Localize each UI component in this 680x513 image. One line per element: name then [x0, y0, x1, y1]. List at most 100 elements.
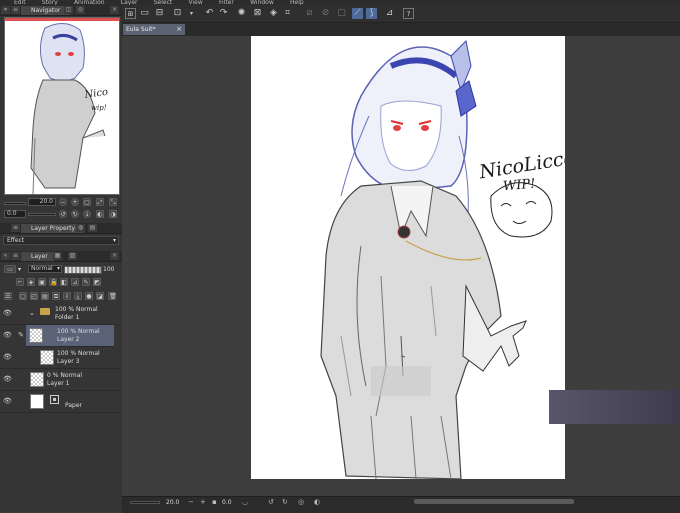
collapse-icon[interactable]: «: [1, 6, 10, 14]
rotate-left-icon[interactable]: ↺: [59, 210, 67, 218]
navigator-preview[interactable]: Nico wip!: [4, 17, 120, 195]
document-tab[interactable]: Eula Suit* ×: [123, 24, 185, 35]
actual-size-icon[interactable]: ▢: [83, 198, 91, 206]
close-tab-icon[interactable]: ×: [176, 24, 182, 35]
snap-special-ruler-icon[interactable]: ⟆: [366, 8, 377, 19]
collapse-icon-2[interactable]: «: [1, 252, 10, 260]
chevron-down-icon-3[interactable]: ⌄: [29, 309, 35, 317]
panel-menu-icon[interactable]: ≡: [11, 6, 20, 14]
tab-material-icon[interactable]: ▧: [68, 252, 77, 260]
panel-menu-icon-3[interactable]: ≡: [11, 252, 20, 260]
flip-icon[interactable]: ◐: [314, 498, 320, 506]
drawing-canvas[interactable]: NicoLicca WIP!: [251, 36, 565, 479]
panel-close-icon[interactable]: ×: [110, 6, 119, 14]
transform-icon[interactable]: ⌗: [282, 8, 293, 19]
layer-row-layer-3[interactable]: 👁 100 % Normal Layer 3: [0, 347, 122, 369]
tab-color-icon[interactable]: ▦: [53, 252, 62, 260]
reference-icon[interactable]: ◈: [27, 278, 35, 286]
tab-navigator[interactable]: Navigator: [21, 6, 70, 15]
effect-row[interactable]: Effect ▾: [3, 236, 119, 245]
layer-color-icon[interactable]: ▭: [4, 265, 16, 273]
invert-selection-icon[interactable]: ⊘: [320, 8, 331, 19]
apply-mask-icon[interactable]: ◪: [96, 292, 104, 300]
rotate-right-icon[interactable]: ↻: [71, 210, 79, 218]
deselect-icon[interactable]: ⧄: [304, 8, 315, 19]
eye-icon-5[interactable]: 👁: [3, 397, 12, 405]
navigator-zoom-field[interactable]: 20.0: [28, 198, 56, 206]
create-mask-icon[interactable]: ●: [85, 292, 93, 300]
undo-icon[interactable]: ↶: [204, 8, 215, 19]
canvas-angle-value[interactable]: 0.0: [222, 499, 232, 506]
tab-search-icon[interactable]: ◍: [76, 224, 85, 232]
blend-dropdown-arrow-icon[interactable]: ▾: [18, 266, 21, 273]
opacity-value[interactable]: 100: [103, 266, 114, 273]
tab-layer-property[interactable]: Layer Property: [21, 224, 84, 233]
clip-icon[interactable]: ⌐: [16, 278, 24, 286]
zoom-out-icon[interactable]: −: [59, 198, 67, 206]
navigator-angle-slider[interactable]: [28, 213, 56, 216]
layer-row-paper[interactable]: 👁 ▪ Paper: [0, 391, 122, 413]
zoom-in-icon-2[interactable]: +: [200, 498, 206, 506]
redo-icon[interactable]: ↷: [218, 8, 229, 19]
eye-icon[interactable]: 👁: [3, 309, 12, 317]
layer-row-layer-1[interactable]: 👁 0 % Normal Layer 1: [0, 369, 122, 391]
navigator-angle-field[interactable]: 0.0: [4, 210, 26, 218]
rotate-icon[interactable]: ◡: [242, 498, 248, 506]
layer-color-toggle-icon[interactable]: ◩: [93, 278, 101, 286]
flip-vertical-icon[interactable]: ◑: [109, 210, 117, 218]
zoom-out-icon-2[interactable]: −: [188, 498, 194, 506]
reset-angle-icon[interactable]: ◎: [298, 498, 304, 506]
blend-mode-dropdown[interactable]: Normal ▾: [28, 265, 62, 273]
flip-horizontal-icon[interactable]: ◐: [96, 210, 104, 218]
fit-to-window-icon[interactable]: ⤢: [96, 198, 104, 206]
open-file-icon[interactable]: ⊟: [154, 8, 165, 19]
horizontal-scrollbar[interactable]: [414, 499, 574, 504]
eye-icon-4[interactable]: 👁: [3, 375, 12, 383]
panel-close-icon-2[interactable]: ×: [110, 252, 119, 260]
zoom-in-icon[interactable]: +: [71, 198, 79, 206]
pen-icon[interactable]: ✎: [17, 331, 25, 339]
fill-icon[interactable]: ◈: [268, 8, 279, 19]
canvas-zoom-value[interactable]: 20.0: [166, 499, 179, 506]
new-file-icon[interactable]: ▭: [139, 8, 150, 19]
merge-down-icon[interactable]: ⤓: [74, 292, 82, 300]
clear-icon[interactable]: ✺: [236, 8, 247, 19]
rotate-right-icon-2[interactable]: ↻: [282, 498, 288, 506]
snap-grid-icon[interactable]: ⊿: [384, 8, 395, 19]
eye-icon-2[interactable]: 👁: [3, 331, 12, 339]
trash-icon[interactable]: 🗑: [108, 292, 117, 300]
save-icon[interactable]: ⊡: [172, 8, 183, 19]
panel-menu-icon-2[interactable]: ≡: [11, 224, 20, 232]
snap-ruler-icon[interactable]: ⟋: [352, 8, 363, 19]
tab-info-icon[interactable]: ◎: [76, 6, 85, 14]
transfer-down-icon[interactable]: ⇩: [63, 292, 71, 300]
navigator-zoom-slider[interactable]: [4, 202, 26, 205]
eye-icon-3[interactable]: 👁: [3, 353, 12, 361]
draft-icon[interactable]: ✎: [82, 278, 90, 286]
tab-auto-action-icon[interactable]: ▤: [88, 224, 97, 232]
reset-rotation-icon[interactable]: ↓: [83, 210, 91, 218]
canvas-zoom-slider[interactable]: [130, 501, 160, 504]
opacity-slider[interactable]: [64, 266, 102, 274]
new-raster-layer-icon[interactable]: ▢: [19, 292, 27, 300]
tab-subview-icon[interactable]: ◫: [64, 6, 73, 14]
layer-row-folder-1[interactable]: 👁 ⌄ 100 % Normal Folder 1: [0, 303, 122, 325]
app-menu-icon[interactable]: ⊞: [125, 8, 136, 19]
layer-row-layer-2[interactable]: 100 % Normal Layer 2: [26, 325, 114, 347]
save-dropdown-icon[interactable]: ▾: [186, 8, 197, 19]
fit-icon[interactable]: ▪: [212, 498, 217, 506]
help-icon[interactable]: ?: [403, 8, 414, 19]
ruler-icon[interactable]: ⊿: [71, 278, 79, 286]
rotate-left-icon-2[interactable]: ↺: [268, 498, 274, 506]
lock-layer-icon[interactable]: 🔒: [49, 278, 57, 286]
clear-outside-icon[interactable]: ⊠: [252, 8, 263, 19]
lock-transparent-icon[interactable]: ▣: [38, 278, 46, 286]
fit-navigator-icon[interactable]: ⤡: [109, 198, 117, 206]
new-vector-layer-icon[interactable]: ◰: [30, 292, 38, 300]
copy-layer-icon[interactable]: ⧉: [52, 292, 60, 300]
new-folder-icon[interactable]: ▤: [41, 292, 49, 300]
mask-enable-icon[interactable]: ◧: [60, 278, 68, 286]
layer-menu-icon[interactable]: ☰: [4, 292, 12, 300]
tab-layer[interactable]: Layer: [21, 252, 54, 261]
selection-border-icon[interactable]: ▢: [336, 8, 347, 19]
